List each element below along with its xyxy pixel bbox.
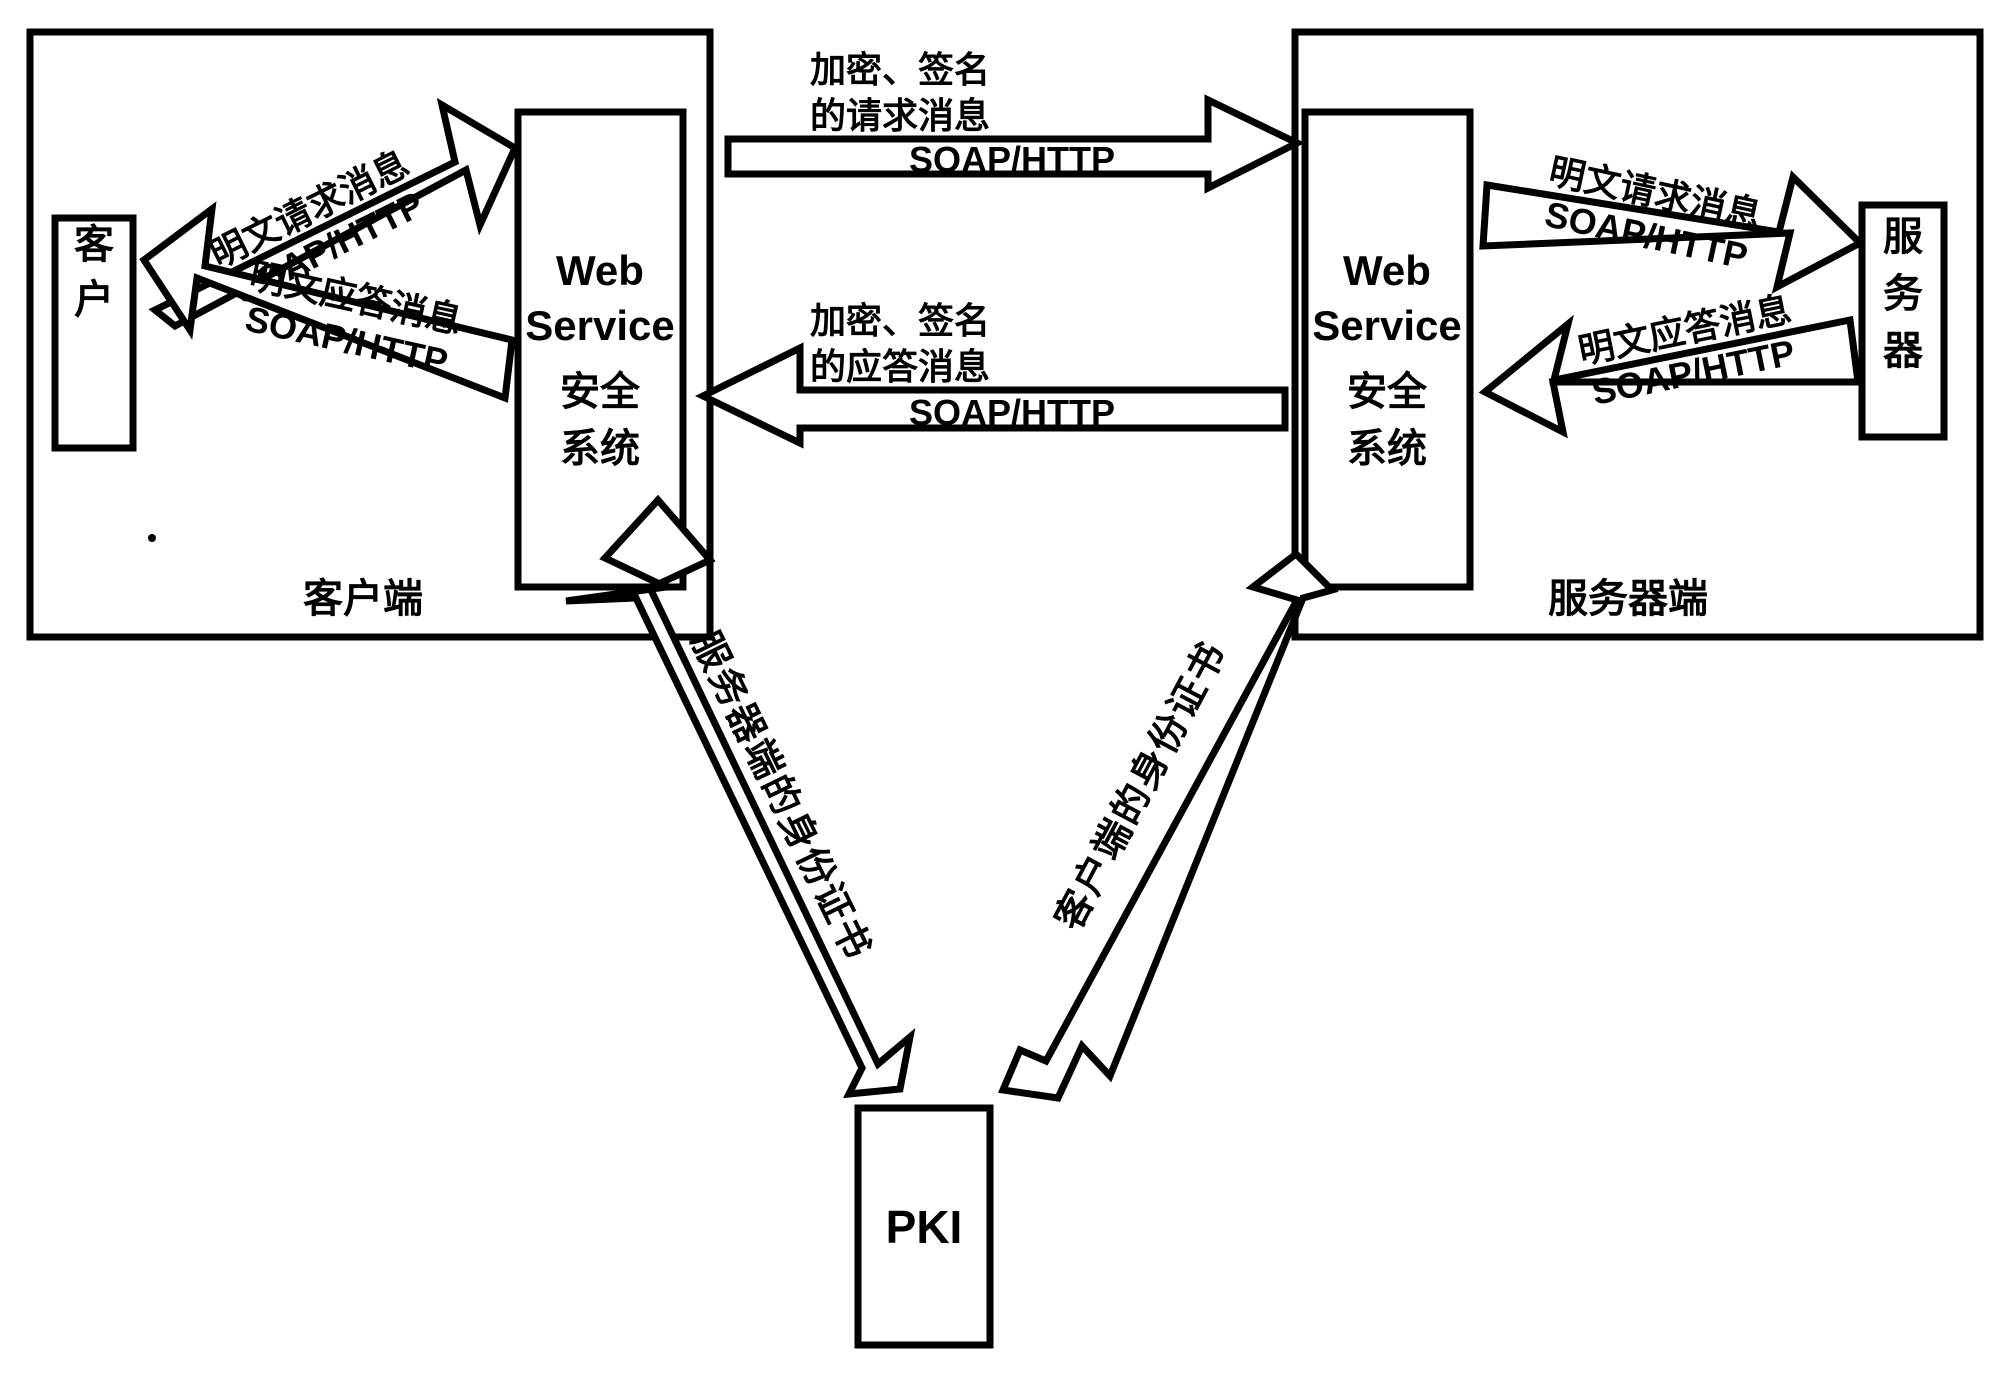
ink-artifact-dot (148, 534, 156, 542)
server-label-char-2: 务 (1883, 272, 1923, 316)
arrow-server-ws-to-client-ws: 加密、签名 的应答消息 SOAP/HTTP (695, 300, 1289, 449)
arrow-client-ws-to-server-ws: 加密、签名 的请求消息 SOAP/HTTP (724, 49, 1305, 194)
arrow-encrypted-response-line1: 加密、签名 (810, 300, 990, 341)
arrow-encrypted-response-line2: 的应答消息 (810, 346, 990, 387)
client-ws-line3: 安全 (560, 369, 641, 414)
arrow-encrypted-request-line1: 加密、签名 (810, 49, 990, 90)
server-web-service-box (1301, 108, 1474, 591)
client-ws-line1: Web (556, 247, 644, 294)
server-ws-line3: 安全 (1347, 369, 1428, 414)
client-label-char-1: 客 (74, 223, 114, 267)
pki-label: PKI (886, 1201, 963, 1253)
client-zone-label: 客户端 (303, 577, 423, 621)
client-label-char-2: 户 (74, 278, 114, 322)
server-zone-label: 服务器端 (1548, 577, 1708, 621)
arrow-server-ws-to-pki: 客户端的身份证书 (998, 549, 1339, 1102)
arrow-encrypted-request-line3: SOAP/HTTP (909, 139, 1115, 180)
server-ws-line2: Service (1312, 302, 1461, 349)
diagram-root: 客 户 Web Service 安全 系统 Web Service 安全 系统 … (0, 0, 2010, 1389)
client-ws-line4: 系统 (560, 427, 640, 471)
server-ws-line4: 系统 (1347, 427, 1427, 471)
web-service-security-architecture-diagram: 客 户 Web Service 安全 系统 Web Service 安全 系统 … (26, 28, 1984, 1349)
server-label-char-1: 服 (1883, 215, 1923, 259)
arrow-client-ws-pki-label: 服务器端的身份证书 (683, 625, 879, 967)
arrow-encrypted-response-line3: SOAP/HTTP (909, 392, 1115, 433)
server-label-char-3: 器 (1883, 329, 1924, 373)
client-ws-line2: Service (525, 302, 674, 349)
server-ws-line1: Web (1343, 247, 1431, 294)
arrow-encrypted-request-line2: 的请求消息 (810, 95, 990, 136)
